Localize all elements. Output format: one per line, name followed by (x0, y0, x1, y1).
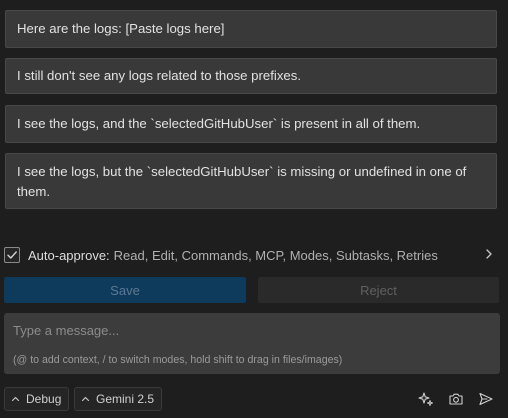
chevron-up-icon (11, 396, 20, 402)
suggestion-user-missing[interactable]: I see the logs, but the `selectedGitHubU… (5, 153, 497, 209)
checkmark-icon (7, 251, 17, 259)
chevron-right-icon[interactable] (484, 247, 494, 264)
mode-selector[interactable]: Debug (4, 387, 70, 411)
camera-icon[interactable] (447, 390, 465, 408)
sparkle-icon[interactable] (417, 390, 435, 408)
suggestion-text: I still don't see any logs related to th… (17, 68, 302, 83)
auto-approve-label: Auto-approve: (28, 247, 110, 263)
message-input[interactable] (13, 321, 483, 339)
mode-label: Debug (26, 392, 62, 406)
suggestion-text: Here are the logs: [Paste logs here] (17, 21, 225, 36)
suggestion-text: I see the logs, and the `selectedGitHubU… (17, 116, 421, 131)
composer-hint: (@ to add context, / to switch modes, ho… (13, 354, 343, 366)
suggestion-text: I see the logs, but the `selectedGitHubU… (17, 164, 467, 199)
suggestion-paste-logs[interactable]: Here are the logs: [Paste logs here] (5, 10, 497, 48)
auto-approve-checkbox[interactable] (4, 247, 20, 263)
save-button[interactable]: Save (4, 277, 246, 303)
auto-approve-row[interactable]: Auto-approve: Read, Edit, Commands, MCP,… (4, 244, 504, 266)
model-selector[interactable]: Gemini 2.5 (74, 387, 163, 411)
message-composer[interactable]: (@ to add context, / to switch modes, ho… (4, 313, 500, 374)
suggestion-user-present[interactable]: I see the logs, and the `selectedGitHubU… (5, 105, 497, 143)
reject-button[interactable]: Reject (258, 277, 499, 303)
suggestion-no-logs[interactable]: I still don't see any logs related to th… (5, 58, 497, 94)
chevron-up-icon (81, 396, 90, 402)
auto-approve-items: Read, Edit, Commands, MCP, Modes, Subtas… (113, 247, 438, 263)
model-label: Gemini 2.5 (96, 392, 155, 406)
send-icon[interactable] (477, 390, 495, 408)
